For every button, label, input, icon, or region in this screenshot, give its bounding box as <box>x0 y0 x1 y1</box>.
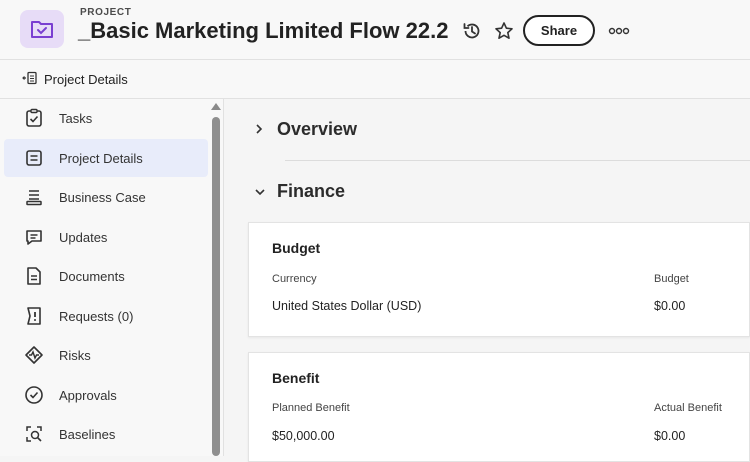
requests-icon <box>24 306 44 326</box>
sidebar-item-label: Tasks <box>59 110 93 126</box>
sidebar-item-business-case[interactable]: Business Case <box>4 178 208 216</box>
business-case-icon <box>24 187 44 207</box>
more-icon[interactable] <box>607 20 631 42</box>
sidebar-item-label: Business Case <box>59 189 146 205</box>
section-divider <box>285 160 750 161</box>
risks-icon <box>24 345 44 365</box>
folder-check-icon <box>20 10 64 48</box>
chevron-down-icon <box>254 181 277 202</box>
project-label: PROJECT <box>80 7 132 18</box>
finance-title: Finance <box>277 181 346 201</box>
share-button[interactable]: Share <box>523 15 595 46</box>
page-title: _Basic Marketing Limited Flow 22.2 <box>78 18 449 43</box>
currency-label: Currency <box>272 273 317 285</box>
budget-card: Budget Currency United States Dollar (US… <box>248 222 750 337</box>
star-icon[interactable] <box>493 20 515 42</box>
sidebar-item-label: Risks <box>59 347 91 363</box>
approvals-icon <box>24 385 44 405</box>
page-header: PROJECT _Basic Marketing Limited Flow 22… <box>0 0 750 60</box>
sidebar-item-project-details[interactable]: Project Details <box>4 139 208 177</box>
sidebar-item-label: Approvals <box>59 387 117 403</box>
details-icon <box>24 148 44 168</box>
scroll-up-arrow[interactable] <box>211 103 221 110</box>
overview-title: Overview <box>277 119 358 139</box>
sidebar-item-baselines[interactable]: Baselines <box>4 415 208 453</box>
panel-toggle-icon[interactable] <box>22 71 38 88</box>
benefit-card: Benefit Planned Benefit $50,000.00 Actua… <box>248 352 750 462</box>
breadcrumb-label: Project Details <box>44 72 128 87</box>
sidebar-item-risks[interactable]: Risks <box>4 336 208 374</box>
baselines-icon <box>24 424 44 444</box>
sidebar-item-label: Updates <box>59 229 108 245</box>
currency-value: United States Dollar (USD) <box>272 299 422 313</box>
budget-label: Budget <box>654 273 689 285</box>
sidebar-scrollbar[interactable] <box>212 117 220 456</box>
breadcrumb-bar: Project Details <box>0 60 750 99</box>
planned-benefit-value: $50,000.00 <box>272 429 335 443</box>
card-title: Benefit <box>272 370 320 386</box>
sidebar-item-label: Baselines <box>59 426 116 442</box>
history-icon[interactable] <box>461 20 483 42</box>
actual-benefit-label: Actual Benefit <box>654 402 722 414</box>
tasks-icon <box>24 108 44 128</box>
updates-icon <box>24 227 44 247</box>
budget-value: $0.00 <box>654 299 686 313</box>
planned-benefit-label: Planned Benefit <box>272 402 350 414</box>
actual-benefit-value: $0.00 <box>654 429 686 443</box>
card-title: Budget <box>272 240 321 256</box>
sidebar-item-tasks[interactable]: Tasks <box>4 99 208 137</box>
sidebar-item-approvals[interactable]: Approvals <box>4 376 208 414</box>
sidebar-item-label: Documents <box>59 268 125 284</box>
sidebar-item-requests[interactable]: Requests (0) <box>4 297 208 335</box>
documents-icon <box>24 266 44 286</box>
sidebar-item-updates[interactable]: Updates <box>4 218 208 256</box>
finance-section-toggle[interactable]: Finance <box>254 181 345 202</box>
sidebar-item-documents[interactable]: Documents <box>4 257 208 295</box>
chevron-right-icon <box>254 119 277 140</box>
overview-section-toggle[interactable]: Overview <box>254 119 357 140</box>
breadcrumb[interactable]: Project Details <box>22 71 128 88</box>
sidebar-item-label: Project Details <box>59 150 143 166</box>
sidebar-item-label: Requests (0) <box>59 308 134 324</box>
